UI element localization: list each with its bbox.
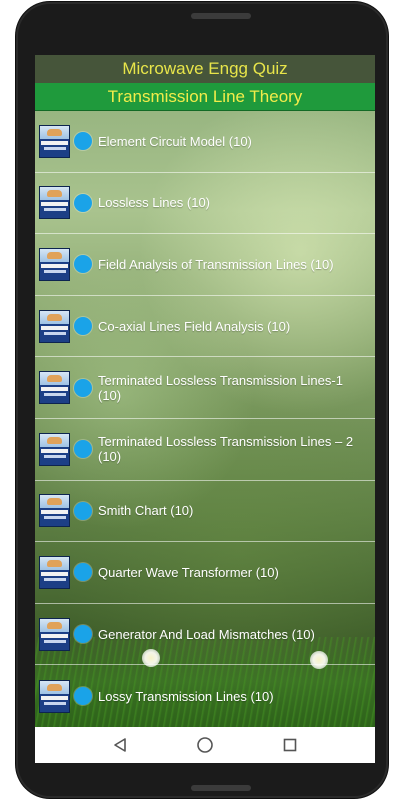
- microwave-engineering-thumbnail: [39, 432, 70, 466]
- bullet-dot-icon: [74, 625, 92, 644]
- bullet-dot-icon: [74, 132, 92, 151]
- topic-label: Generator And Load Mismatches (10): [98, 626, 315, 642]
- microwave-engineering-thumbnail: [39, 617, 70, 651]
- topic-label: Co-axial Lines Field Analysis (10): [98, 318, 291, 334]
- earpiece-speaker: [191, 13, 251, 19]
- topic-item[interactable]: Smith Chart (10): [35, 481, 375, 543]
- topic-label: Terminated Lossless Transmission Lines-1…: [98, 372, 343, 403]
- topic-label: Element Circuit Model (10): [98, 133, 252, 149]
- bullet-dot-icon: [74, 563, 92, 582]
- topic-item[interactable]: Lossless Lines (10): [35, 173, 375, 235]
- microwave-engineering-thumbnail: [39, 679, 70, 713]
- bullet-dot-icon: [74, 378, 92, 397]
- topic-label: Lossy Transmission Lines (10): [98, 688, 274, 704]
- topic-label: Quarter Wave Transformer (10): [98, 564, 279, 580]
- microwave-engineering-thumbnail: [39, 186, 70, 220]
- bullet-dot-icon: [74, 193, 92, 212]
- topic-item[interactable]: Field Analysis of Transmission Lines (10…: [35, 234, 375, 296]
- home-button[interactable]: [195, 735, 215, 755]
- topic-item[interactable]: Terminated Lossless Transmission Lines-1…: [35, 357, 375, 419]
- bottom-speaker: [191, 785, 251, 791]
- topic-item[interactable]: Quarter Wave Transformer (10): [35, 542, 375, 604]
- topic-item[interactable]: Element Circuit Model (10): [35, 111, 375, 173]
- section-title-bar: Transmission Line Theory: [35, 83, 375, 111]
- section-title: Transmission Line Theory: [107, 86, 303, 106]
- recents-button[interactable]: [280, 735, 300, 755]
- topic-item[interactable]: Co-axial Lines Field Analysis (10): [35, 296, 375, 358]
- microwave-engineering-thumbnail: [39, 494, 70, 528]
- microwave-engineering-thumbnail: [39, 371, 70, 405]
- microwave-engineering-thumbnail: [39, 124, 70, 158]
- topic-label: Lossless Lines (10): [98, 195, 210, 211]
- topic-item[interactable]: Generator And Load Mismatches (10): [35, 604, 375, 666]
- bullet-dot-icon: [74, 255, 92, 274]
- system-navigation-bar: [35, 727, 375, 763]
- bullet-dot-icon: [74, 317, 92, 336]
- microwave-engineering-thumbnail: [39, 247, 70, 281]
- bullet-dot-icon: [74, 440, 92, 459]
- recents-square-icon: [284, 738, 297, 752]
- microwave-engineering-thumbnail: [39, 555, 70, 589]
- bullet-dot-icon: [74, 501, 92, 520]
- app-title-bar: Microwave Engg Quiz: [35, 55, 375, 83]
- bullet-dot-icon: [74, 687, 92, 706]
- back-button[interactable]: [110, 735, 130, 755]
- topic-list: Element Circuit Model (10) Lossless Line…: [35, 111, 375, 727]
- app-title: Microwave Engg Quiz: [122, 59, 288, 78]
- topic-label: Field Analysis of Transmission Lines (10…: [98, 256, 334, 272]
- topic-label: Terminated Lossless Transmission Lines –…: [98, 434, 354, 465]
- home-circle-icon: [197, 737, 213, 753]
- microwave-engineering-thumbnail: [39, 309, 70, 343]
- topic-item[interactable]: Terminated Lossless Transmission Lines –…: [35, 419, 375, 481]
- topic-label: Smith Chart (10): [98, 503, 194, 519]
- app-screen: Microwave Engg Quiz Transmission Line Th…: [35, 55, 375, 763]
- topic-item[interactable]: Lossy Transmission Lines (10): [35, 665, 375, 727]
- back-triangle-icon: [113, 738, 126, 752]
